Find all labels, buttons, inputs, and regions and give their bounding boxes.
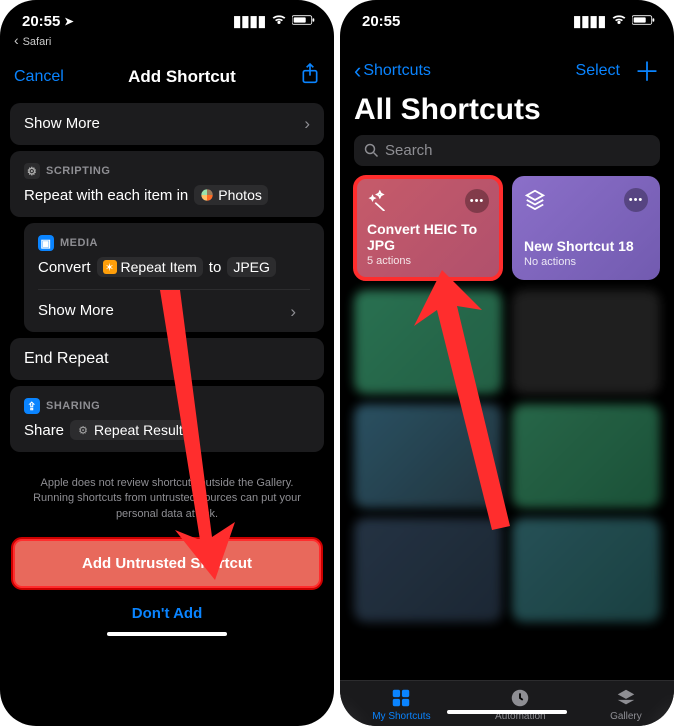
repeat-item-icon: ✶ <box>103 260 117 274</box>
photos-token[interactable]: Photos <box>194 185 268 205</box>
sharing-card[interactable]: ⇪ SHARING Share ⚙ Repeat Results <box>10 386 324 452</box>
tab-automation[interactable]: Automation <box>495 687 546 722</box>
tile-name: New Shortcut 18 <box>524 238 648 254</box>
media-label: MEDIA <box>60 237 98 249</box>
location-icon: ➤ <box>64 15 73 28</box>
search-placeholder: Search <box>385 142 433 159</box>
cancel-button[interactable]: Cancel <box>14 68 64 86</box>
automation-icon <box>508 687 532 709</box>
sharing-label: SHARING <box>46 400 100 412</box>
add-shortcut-screen: 20:55 ➤ ▮▮▮▮ Safari Cancel Add Shortcut … <box>0 0 334 726</box>
search-input[interactable]: Search <box>354 135 660 166</box>
status-bar: 20:55 ▮▮▮▮ <box>340 0 674 32</box>
to-text: to <box>209 259 222 276</box>
show-more-label: Show More <box>24 115 100 132</box>
status-time: 20:55 <box>362 13 400 30</box>
battery-icon <box>632 13 656 30</box>
signal-icon: ▮▮▮▮ <box>233 12 266 30</box>
all-shortcuts-screen: 20:55 ▮▮▮▮ ‹Shortcuts Select ＋ All Short… <box>340 0 674 726</box>
shortcut-tile-blurred[interactable] <box>354 518 502 622</box>
end-repeat-label: End Repeat <box>24 350 109 367</box>
wifi-icon <box>611 13 627 30</box>
shortcut-tile-new-18[interactable]: ••• New Shortcut 18 No actions <box>512 176 660 280</box>
photos-icon <box>200 188 214 202</box>
repeat-results-token[interactable]: ⚙ Repeat Results <box>70 420 196 440</box>
show-more-label-2[interactable]: Show More <box>38 302 114 319</box>
wand-icon <box>367 189 389 216</box>
repeat-results-icon: ⚙ <box>76 423 90 437</box>
shortcuts-grid: ••• Convert HEIC To JPG 5 actions ••• Ne… <box>340 176 674 622</box>
signal-icon: ▮▮▮▮ <box>573 12 606 30</box>
back-button[interactable]: ‹Shortcuts <box>354 62 431 80</box>
status-time: 20:55 <box>22 13 60 30</box>
shortcut-tile-blurred[interactable] <box>354 290 502 394</box>
shortcut-tile-blurred[interactable] <box>512 404 660 508</box>
chevron-right-icon: › <box>290 302 296 322</box>
status-bar: 20:55 ➤ ▮▮▮▮ <box>0 0 334 32</box>
jpeg-token[interactable]: JPEG <box>227 257 276 277</box>
navbar: ‹Shortcuts Select ＋ <box>340 42 674 93</box>
select-button[interactable]: Select <box>576 62 620 80</box>
gallery-icon <box>614 687 638 709</box>
shortcut-tile-blurred[interactable] <box>512 518 660 622</box>
convert-text: Convert <box>38 259 91 276</box>
layers-icon <box>524 188 546 215</box>
repeat-text: Repeat with each item in <box>24 187 188 204</box>
tab-bar: My Shortcuts Automation Gallery <box>340 680 674 726</box>
shortcut-tile-blurred[interactable] <box>512 290 660 394</box>
dont-add-button[interactable]: Don't Add <box>0 595 334 626</box>
shortcut-tile-blurred[interactable] <box>354 404 502 508</box>
share-icon[interactable] <box>300 62 320 91</box>
page-title: All Shortcuts <box>340 93 674 135</box>
share-text: Share <box>24 422 64 439</box>
tile-menu-button[interactable]: ••• <box>624 188 648 212</box>
tile-subtitle: No actions <box>524 256 648 268</box>
add-untrusted-shortcut-button[interactable]: Add Untrusted Shortcut <box>12 538 322 589</box>
battery-icon <box>292 13 316 30</box>
tab-my-shortcuts[interactable]: My Shortcuts <box>372 687 430 722</box>
page-title: Add Shortcut <box>128 67 236 87</box>
sharing-icon: ⇪ <box>24 398 40 414</box>
add-button[interactable]: ＋ <box>634 52 660 89</box>
end-repeat-card[interactable]: End Repeat <box>10 338 324 380</box>
home-indicator[interactable] <box>447 710 567 714</box>
media-card[interactable]: ▣ MEDIA Convert ✶ Repeat Item to JPEG Sh… <box>24 223 324 332</box>
tile-subtitle: 5 actions <box>367 255 489 267</box>
navbar: Cancel Add Shortcut <box>0 54 334 99</box>
grid-icon <box>389 687 413 709</box>
scripting-card[interactable]: ⚙ SCRIPTING Repeat with each item in Pho… <box>10 151 324 217</box>
tile-menu-button[interactable]: ••• <box>465 189 489 213</box>
wifi-icon <box>271 13 287 30</box>
home-indicator[interactable] <box>107 632 227 636</box>
media-icon: ▣ <box>38 235 54 251</box>
chevron-right-icon: › <box>304 114 310 134</box>
shortcut-tile-convert-heic[interactable]: ••• Convert HEIC To JPG 5 actions <box>354 176 502 280</box>
tab-gallery[interactable]: Gallery <box>610 687 642 722</box>
scripting-label: SCRIPTING <box>46 165 110 177</box>
tile-name: Convert HEIC To JPG <box>367 221 489 253</box>
show-more-card[interactable]: Show More › <box>10 103 324 145</box>
search-icon <box>364 143 379 158</box>
back-to-app[interactable]: Safari <box>0 32 334 54</box>
repeat-item-token[interactable]: ✶ Repeat Item <box>97 257 203 277</box>
scripting-icon: ⚙ <box>24 163 40 179</box>
helper-text: Apple does not review shortcuts outside … <box>0 458 334 532</box>
